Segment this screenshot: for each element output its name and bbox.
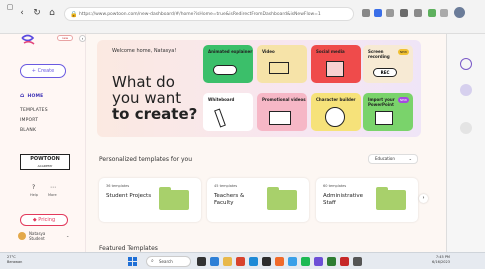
windows-taskbar: 27°C Berawan ⌕ Search 7:45 PM 6/16/2023 bbox=[0, 252, 485, 269]
tile-promotional-videos[interactable]: Promotional videos bbox=[257, 93, 307, 131]
personalized-title: Personalized templates for you bbox=[99, 156, 193, 163]
tile-import-powerpoint[interactable]: Import your PowerPoint NEW bbox=[363, 93, 413, 131]
lock-icon: 🔒 bbox=[70, 11, 78, 18]
read-aloud-icon[interactable] bbox=[362, 9, 370, 17]
rec-badge: REC bbox=[373, 68, 397, 77]
video-camera-icon bbox=[269, 62, 289, 74]
tile-animated-explainer[interactable]: Animated explainer bbox=[203, 45, 253, 83]
new-pill: NEW bbox=[397, 49, 409, 55]
headline: What do you want to create? bbox=[112, 73, 198, 123]
copilot-sidebar-icon[interactable] bbox=[460, 58, 472, 70]
search-icon: ⌕ bbox=[151, 258, 154, 264]
favorite-icon[interactable] bbox=[386, 9, 394, 17]
tile-character-builder[interactable]: Character builder bbox=[311, 93, 361, 131]
powtoon-app: new ‹ + Create ⌂ HOME TEMPLATES IMPORT BL… bbox=[0, 34, 446, 252]
sidebar-app-icon[interactable] bbox=[460, 84, 472, 96]
powtoon-academy-banner[interactable]: POWTOON ACADEMY bbox=[20, 154, 70, 170]
chevron-down-icon: ⌄ bbox=[66, 233, 70, 238]
help-icon[interactable]: ? bbox=[32, 184, 35, 191]
back-icon[interactable]: ‹ bbox=[17, 8, 27, 18]
teams-icon[interactable] bbox=[314, 257, 323, 266]
sidebar: new ‹ + Create ⌂ HOME TEMPLATES IMPORT BL… bbox=[0, 34, 86, 252]
house-icon: ⌂ bbox=[20, 92, 25, 99]
create-hero: Welcome home, Natasya! What do you want … bbox=[97, 40, 421, 137]
browser-toolbar: ▢ ‹ ↻ ⌂ 🔒 https://www.powtoon.com/new-da… bbox=[0, 0, 485, 34]
template-card-teachers-faculty[interactable]: 45 templates Teachers & Faculty bbox=[207, 178, 309, 222]
store-icon[interactable] bbox=[288, 257, 297, 266]
weather-widget[interactable]: 27°C Berawan bbox=[7, 255, 22, 265]
more-label: More bbox=[48, 193, 57, 197]
tile-whiteboard[interactable]: Whiteboard bbox=[203, 93, 253, 131]
tile-social-media[interactable]: Social media bbox=[311, 45, 361, 83]
excel-icon[interactable] bbox=[327, 257, 336, 266]
nav-home[interactable]: ⌂ HOME bbox=[20, 92, 43, 99]
powerpoint-app-icon[interactable] bbox=[340, 257, 349, 266]
home-icon[interactable]: ⌂ bbox=[47, 8, 57, 18]
toggle-icon bbox=[213, 65, 237, 75]
task-view-icon[interactable] bbox=[197, 257, 206, 266]
nav-templates[interactable]: TEMPLATES bbox=[20, 108, 48, 113]
help-label: Help bbox=[30, 193, 38, 197]
taskbar-search[interactable]: ⌕ Search bbox=[146, 256, 191, 267]
user-role: Student bbox=[29, 236, 45, 241]
add-sidebar-icon[interactable] bbox=[460, 122, 472, 134]
template-card-administrative-staff[interactable]: 60 templates Administrative Staff bbox=[316, 178, 418, 222]
tab-actions-icon[interactable]: ▢ bbox=[5, 2, 15, 12]
character-icon bbox=[325, 107, 345, 127]
more-icon[interactable]: ⋯ bbox=[50, 184, 56, 191]
address-bar[interactable]: 🔒 https://www.powtoon.com/new-dashboard/… bbox=[64, 7, 354, 21]
browser-sidebar bbox=[446, 34, 485, 252]
extension-icon[interactable] bbox=[374, 9, 382, 17]
chevron-down-icon: ⌄ bbox=[408, 156, 412, 161]
collections-icon[interactable] bbox=[414, 9, 422, 17]
folder-icon bbox=[159, 187, 189, 210]
opera-icon[interactable] bbox=[236, 257, 245, 266]
edge-icon[interactable] bbox=[249, 257, 258, 266]
user-avatar bbox=[18, 232, 26, 240]
help-more-area: ? ⋯ Help More bbox=[30, 184, 70, 198]
template-card-student-projects[interactable]: 36 templates Student Projects bbox=[99, 178, 201, 222]
powtoon-logo-icon[interactable] bbox=[20, 34, 36, 48]
create-button[interactable]: + Create bbox=[20, 64, 66, 78]
tile-screen-recording[interactable]: Screen recording NEW REC bbox=[363, 45, 413, 83]
system-clock[interactable]: 7:45 PM 6/16/2023 bbox=[432, 255, 450, 265]
new-badge: new bbox=[57, 35, 73, 41]
promo-screen-icon bbox=[269, 111, 291, 125]
category-dropdown[interactable]: Education ⌄ bbox=[368, 154, 418, 164]
tile-video[interactable]: Video bbox=[257, 45, 307, 83]
widgets-icon[interactable] bbox=[210, 257, 219, 266]
folder-icon bbox=[267, 187, 297, 210]
profile-avatar[interactable] bbox=[454, 7, 465, 18]
nav-import[interactable]: IMPORT bbox=[20, 118, 38, 123]
welcome-text: Welcome home, Natasya! bbox=[112, 48, 177, 54]
app-icon[interactable] bbox=[353, 257, 362, 266]
new-pill: NEW bbox=[397, 97, 409, 103]
powerpoint-icon bbox=[375, 111, 393, 125]
carousel-next-button[interactable]: › bbox=[419, 194, 428, 203]
url-text: https://www.powtoon.com/new-dashboard/#/… bbox=[79, 12, 321, 17]
file-explorer-icon[interactable] bbox=[223, 257, 232, 266]
folder-icon bbox=[376, 187, 406, 210]
settings-icon[interactable] bbox=[440, 9, 448, 17]
spotify-icon[interactable] bbox=[301, 257, 310, 266]
extensions-icon[interactable] bbox=[400, 9, 408, 17]
refresh-icon[interactable]: ↻ bbox=[32, 8, 42, 18]
nav-blank[interactable]: BLANK bbox=[20, 128, 36, 133]
pencil-icon bbox=[214, 108, 226, 128]
pricing-button[interactable]: ◆ Pricing bbox=[20, 214, 68, 226]
collapse-sidebar-button[interactable]: ‹ bbox=[79, 35, 86, 42]
office-icon[interactable] bbox=[275, 257, 284, 266]
social-post-icon bbox=[326, 61, 344, 77]
featured-templates-title: Featured Templates bbox=[99, 245, 158, 252]
windows-start-icon[interactable] bbox=[128, 257, 137, 266]
app-icon[interactable] bbox=[262, 257, 271, 266]
copilot-icon[interactable] bbox=[428, 9, 436, 17]
